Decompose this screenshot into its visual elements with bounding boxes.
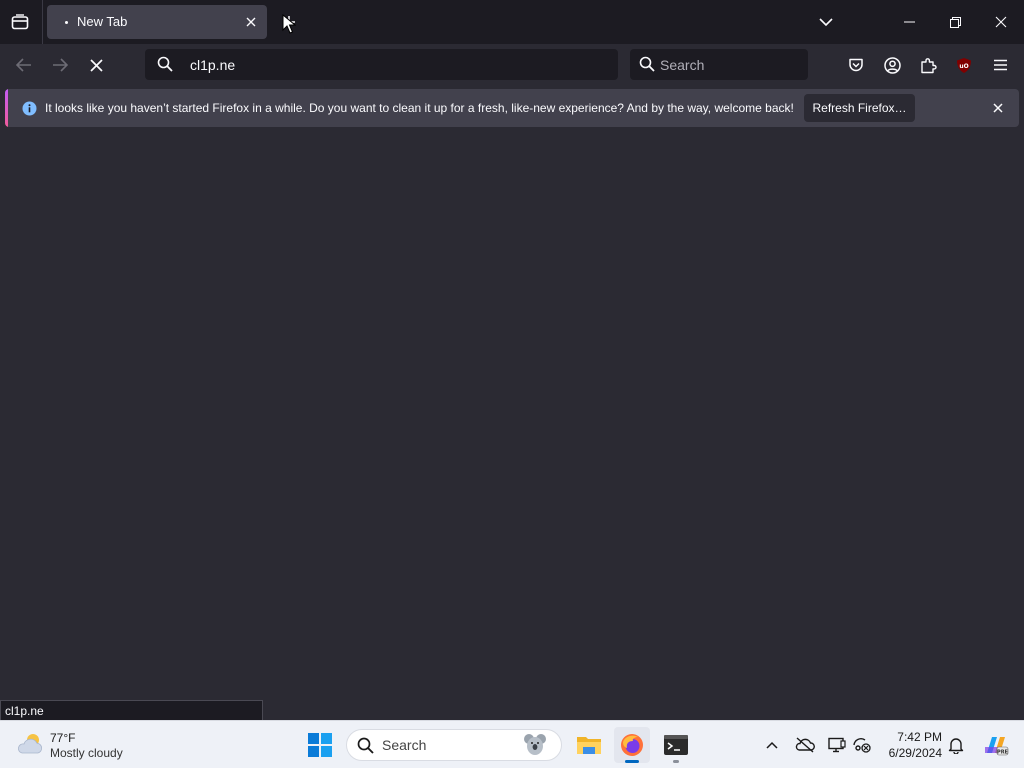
- extensions-button[interactable]: [914, 51, 942, 79]
- ublock-origin-button[interactable]: uO: [950, 51, 978, 79]
- arrow-left-icon: [16, 58, 32, 72]
- tab-list-icon: [11, 14, 29, 30]
- notification-message: It looks like you haven’t started Firefo…: [45, 101, 794, 115]
- close-icon: [995, 16, 1007, 28]
- chevron-up-icon: [766, 741, 778, 749]
- clock-date: 6/29/2024: [888, 746, 942, 760]
- close-icon: [89, 58, 103, 72]
- stop-button[interactable]: [81, 50, 111, 80]
- pocket-icon: [848, 57, 864, 73]
- network-disconnected-icon: [853, 737, 871, 753]
- status-panel: cl1p.ne: [0, 700, 263, 720]
- account-icon: [883, 56, 901, 74]
- koala-search-highlight-icon: [521, 732, 549, 758]
- notification-accent: [5, 89, 8, 127]
- bell-icon: [948, 737, 964, 754]
- copilot-button[interactable]: PRE: [978, 727, 1014, 763]
- firefox-icon: [620, 733, 644, 757]
- mouse-cursor-icon: [282, 14, 296, 34]
- firefox-view-button[interactable]: [4, 7, 36, 37]
- url-bar[interactable]: cl1p.ne: [145, 49, 618, 80]
- minimize-button[interactable]: [886, 0, 932, 44]
- terminal-icon: [664, 735, 688, 755]
- running-indicator: [673, 760, 679, 763]
- app-menu-button[interactable]: [986, 51, 1014, 79]
- close-icon: [993, 103, 1003, 113]
- file-explorer-button[interactable]: [571, 727, 607, 763]
- notifications-button[interactable]: [944, 733, 968, 757]
- tab-new-tab[interactable]: New Tab: [47, 5, 267, 39]
- pocket-button[interactable]: [842, 51, 870, 79]
- info-icon: [22, 101, 37, 116]
- taskbar-search-label: Search: [382, 737, 427, 753]
- weather-widget[interactable]: 77°F Mostly cloudy: [16, 729, 156, 761]
- windows-logo-icon: [308, 733, 332, 757]
- minimize-icon: [903, 21, 915, 23]
- window-close-button[interactable]: [978, 0, 1024, 44]
- list-all-tabs-button[interactable]: [812, 8, 840, 36]
- clock[interactable]: 7:42 PM 6/29/2024: [878, 729, 942, 761]
- cloudy-weather-icon: [16, 731, 44, 757]
- account-button[interactable]: [878, 51, 906, 79]
- firefox-taskbar-button[interactable]: [614, 727, 650, 763]
- onedrive-tray-button[interactable]: [793, 733, 817, 757]
- cloud-offline-icon: [795, 737, 815, 753]
- arrow-right-icon: [52, 58, 68, 72]
- search-icon: [639, 56, 655, 72]
- tab-close-button[interactable]: [241, 12, 261, 32]
- restore-icon: [949, 16, 961, 28]
- notification-bar: It looks like you haven’t started Firefo…: [5, 89, 1019, 127]
- svg-text:uO: uO: [959, 63, 968, 70]
- tab-title: New Tab: [77, 14, 128, 29]
- search-icon: [157, 56, 173, 72]
- svg-text:PRE: PRE: [997, 750, 1009, 756]
- search-bar[interactable]: Search: [630, 49, 808, 80]
- clock-time: 7:42 PM: [897, 730, 942, 744]
- copilot-icon: PRE: [983, 733, 1009, 757]
- search-placeholder: Search: [660, 57, 705, 73]
- puzzle-icon: [920, 57, 937, 74]
- loading-dot-icon: [65, 21, 68, 24]
- search-icon: [357, 737, 374, 754]
- tab-strip: New Tab: [0, 0, 1024, 44]
- taskbar-search-box[interactable]: Search: [346, 729, 562, 761]
- monitor-icon: [828, 737, 846, 753]
- page-content-area: [0, 130, 1024, 720]
- weather-temperature: 77°F: [50, 731, 76, 745]
- notification-close-button[interactable]: [989, 99, 1007, 117]
- close-icon: [246, 17, 256, 27]
- hamburger-icon: [993, 59, 1008, 71]
- windows-taskbar: 77°F Mostly cloudy Search 7:42 PM 6/29/2…: [0, 720, 1024, 768]
- back-button[interactable]: [9, 50, 39, 80]
- tab-separator: [42, 0, 43, 44]
- ublock-icon: uO: [956, 57, 972, 74]
- navigation-toolbar: cl1p.ne Search uO: [0, 44, 1024, 86]
- display-tray-button[interactable]: [825, 733, 849, 757]
- network-tray-button[interactable]: [850, 733, 874, 757]
- active-indicator: [625, 760, 639, 763]
- restore-button[interactable]: [932, 0, 978, 44]
- url-text[interactable]: cl1p.ne: [190, 57, 235, 73]
- chevron-down-icon: [819, 17, 833, 27]
- weather-description: Mostly cloudy: [50, 746, 123, 760]
- forward-button[interactable]: [45, 50, 75, 80]
- show-hidden-icons-button[interactable]: [760, 733, 784, 757]
- terminal-taskbar-button[interactable]: [658, 727, 694, 763]
- folder-icon: [576, 734, 602, 756]
- start-button[interactable]: [302, 727, 338, 763]
- refresh-firefox-button[interactable]: Refresh Firefox…: [804, 94, 915, 122]
